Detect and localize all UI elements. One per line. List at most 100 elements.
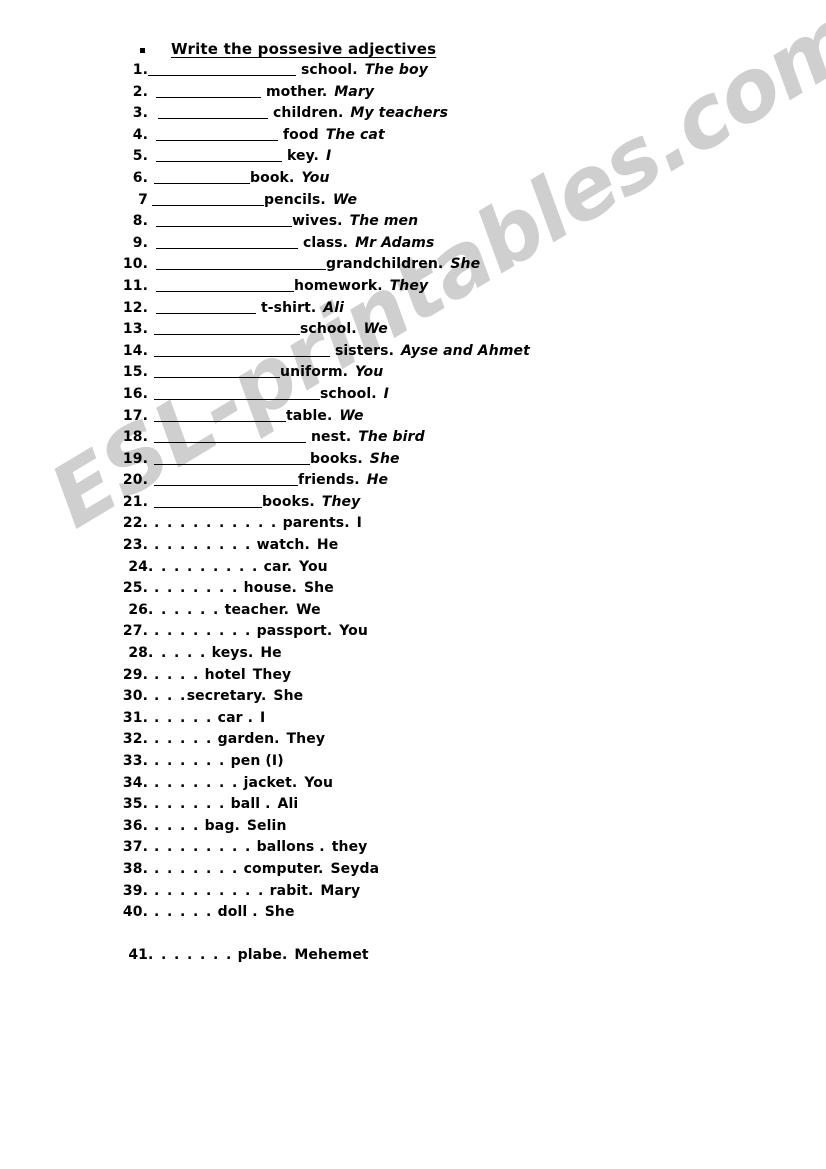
exercise-item: 22.. . . . . . . . . . parents. I xyxy=(0,515,826,537)
exercise-item: 14. sisters. Ayse and Ahmet xyxy=(0,343,826,365)
item-cue-word: Mehemet xyxy=(289,947,369,964)
item-noun: school. xyxy=(300,321,357,338)
answer-dots[interactable]: . . . . . xyxy=(154,904,213,920)
answer-blank[interactable] xyxy=(156,213,292,228)
item-body: school. The boy xyxy=(148,62,428,78)
exercise-item: 5. key. I xyxy=(0,148,826,170)
item-number: 1. xyxy=(132,62,148,78)
item-noun: watch. xyxy=(251,537,310,554)
item-number: 2. xyxy=(132,83,148,100)
item-body: . . . . . keys. He xyxy=(148,645,282,661)
answer-dots[interactable]: . . . . . . . xyxy=(154,861,239,877)
answer-dots[interactable]: . . . . . xyxy=(154,710,213,726)
item-noun: car . xyxy=(212,709,254,726)
item-noun: nest. xyxy=(306,429,352,446)
item-number: 30. xyxy=(122,688,148,705)
item-cue-word: Mr Adams xyxy=(350,234,435,251)
item-cue-word: She xyxy=(298,580,334,597)
answer-blank[interactable] xyxy=(154,472,298,487)
item-number: 5. xyxy=(132,148,148,165)
item-cue-word: She xyxy=(268,688,304,705)
answer-blank[interactable] xyxy=(156,235,298,249)
answer-blank[interactable] xyxy=(154,408,286,422)
answer-blank[interactable] xyxy=(154,321,300,336)
exercise-item: 18. nest. The bird xyxy=(0,429,826,451)
item-body: . . . . . car . I xyxy=(148,710,265,726)
item-cue-word: Seyda xyxy=(325,860,380,877)
answer-blank[interactable] xyxy=(154,170,250,184)
item-body: t-shirt. Ali xyxy=(148,300,344,316)
item-body: books. They xyxy=(148,494,360,510)
answer-dots[interactable]: . . . . . . xyxy=(154,753,226,769)
answer-dots[interactable]: . . . . . . . . . xyxy=(148,559,259,575)
answer-blank[interactable] xyxy=(156,278,294,292)
answer-dots[interactable]: . . . . . . . . . . xyxy=(154,515,278,531)
answer-blank[interactable] xyxy=(156,127,278,141)
exercise-item: 34.. . . . . . . jacket. You xyxy=(0,775,826,797)
exercise-list: 1. school. The boy 2. mother. Mary 3. chil… xyxy=(0,62,826,969)
item-noun: table. xyxy=(286,407,333,424)
exercise-item: 33.. . . . . . pen (I) xyxy=(0,753,826,775)
item-number: 29. xyxy=(122,666,148,683)
answer-dots[interactable]: . . . . . . . . xyxy=(154,537,252,553)
item-number: 41 xyxy=(128,947,148,964)
answer-dots[interactable]: . . . . . . xyxy=(148,602,220,618)
exercise-item: 1. school. The boy xyxy=(0,62,826,84)
answer-dots[interactable]: . . . . . . . . xyxy=(154,839,252,855)
item-number: 10. xyxy=(122,256,148,273)
answer-dots[interactable]: . . . . xyxy=(154,667,200,683)
item-noun: pen (I) xyxy=(225,753,284,769)
item-cue-word: You xyxy=(350,364,384,381)
item-body: . . . . . . . computer. Seyda xyxy=(148,861,379,877)
item-noun: keys. xyxy=(206,645,254,662)
item-noun: wives. xyxy=(292,213,343,230)
item-cue-word: I xyxy=(378,385,389,402)
item-noun: uniform. xyxy=(280,364,349,381)
answer-dots[interactable]: . . . . . xyxy=(148,645,207,661)
answer-dots[interactable]: . . . xyxy=(154,688,187,704)
answer-blank[interactable] xyxy=(156,148,282,163)
exercise-item: 28. . . . . keys. He xyxy=(0,645,826,667)
item-cue-word: They xyxy=(247,666,292,683)
answer-dots[interactable]: . . . . . . . xyxy=(154,580,239,596)
answer-blank[interactable] xyxy=(154,451,310,465)
answer-blank[interactable] xyxy=(148,62,296,76)
item-cue-word: He xyxy=(255,645,282,662)
answer-dots[interactable]: . . . . . . . xyxy=(148,947,233,963)
item-cue-word: We xyxy=(358,321,388,338)
answer-blank[interactable] xyxy=(156,256,326,271)
answer-dots[interactable]: . . . . . xyxy=(154,731,213,747)
answer-dots[interactable]: . . . . . . . . . xyxy=(154,883,265,899)
item-cue-word: Selin xyxy=(241,817,287,834)
exercise-item: 9. class. Mr Adams xyxy=(0,235,826,257)
answer-dots[interactable]: . . . . . . . xyxy=(154,775,239,791)
answer-blank[interactable] xyxy=(156,84,261,98)
answer-blank[interactable] xyxy=(154,343,330,357)
exercise-item: 40.. . . . . doll . She xyxy=(0,904,826,926)
answer-dots[interactable]: . . . . xyxy=(154,818,200,834)
item-cue-word: They xyxy=(281,731,326,748)
answer-blank[interactable] xyxy=(154,494,262,508)
worksheet-heading: Write the possesive adjectives xyxy=(140,40,436,58)
item-number: 8. xyxy=(132,213,148,230)
exercise-item: 21. books. They xyxy=(0,494,826,516)
answer-dots[interactable]: . . . . . . . . xyxy=(154,623,252,639)
item-body: . . . . . garden. They xyxy=(148,731,325,747)
answer-blank[interactable] xyxy=(154,429,306,444)
item-body: children. My teachers xyxy=(148,105,448,121)
answer-blank[interactable] xyxy=(156,300,256,314)
answer-blank[interactable] xyxy=(154,386,320,400)
exercise-item: 26. . . . . . teacher. We xyxy=(0,602,826,624)
item-body: uniform. You xyxy=(148,364,383,380)
answer-blank[interactable] xyxy=(154,364,280,379)
item-noun: books. xyxy=(262,493,315,510)
item-body: . . . . . . . . . car. You xyxy=(148,559,328,575)
answer-dots[interactable]: . . . . . . xyxy=(154,796,226,812)
item-cue-word: Mary xyxy=(329,83,375,100)
item-body: key. I xyxy=(148,148,331,164)
exercise-item: 3. children. My teachers xyxy=(0,105,826,127)
answer-blank[interactable] xyxy=(152,192,264,206)
answer-blank[interactable] xyxy=(158,105,268,120)
item-cue-word: Mary xyxy=(315,882,361,899)
